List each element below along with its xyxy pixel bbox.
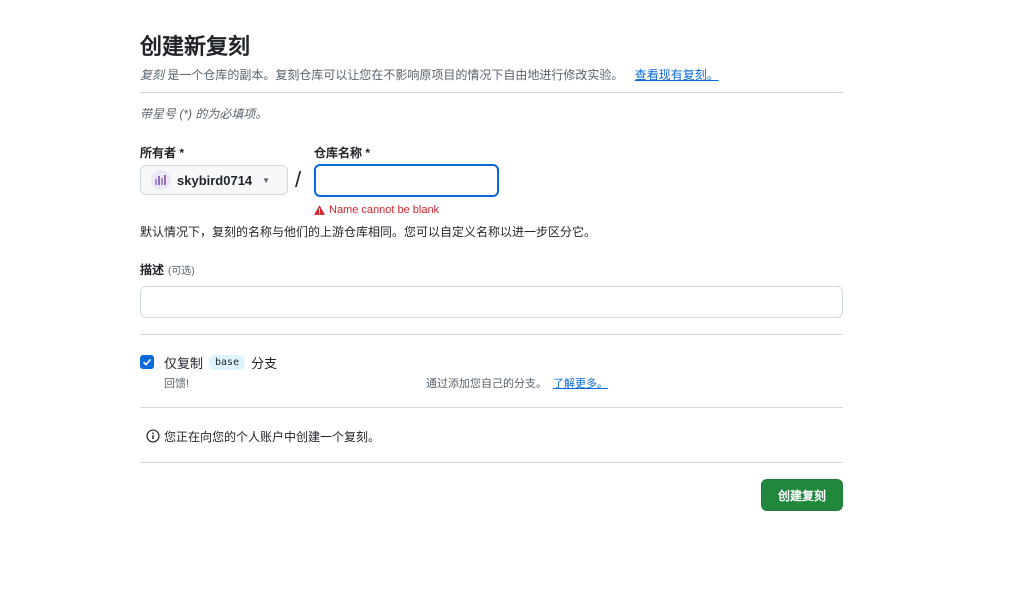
divider (140, 462, 843, 463)
alert-icon (314, 205, 325, 215)
description-input[interactable] (140, 286, 843, 318)
error-text: Name cannot be blank (329, 204, 440, 216)
branch-help: 回馈! 通过添加您自己的分支。 了解更多。 (140, 375, 843, 393)
default-name-note: 默认情况下，复刻的名称与他们的上游仓库相同。您可以自定义名称以进一步区分它。 (140, 225, 597, 239)
divider (140, 334, 843, 335)
repo-name-error: Name cannot be blank (314, 202, 843, 218)
page-title: 创建新复刻 (140, 34, 251, 59)
repo-name-label: 仓库名称 * (314, 146, 371, 160)
branch-name-badge: base (209, 354, 246, 370)
owner-label: 所有者 * (140, 146, 185, 160)
info-message: 您正在向您的个人账户中创建一个复刻。 (146, 426, 843, 446)
subtitle-emphasis: 复刻 (140, 68, 165, 82)
view-existing-forks-link[interactable]: 查看现有复刻。 (635, 68, 719, 82)
optional-tag: (可选) (168, 266, 195, 277)
avatar-icon (155, 175, 166, 185)
page: 创建新复刻 复刻 是一个仓库的副本。复刻仓库可以让您在不影响原项目的情况下自由地… (0, 0, 1024, 597)
copy-branch-option: 仅复制 base 分支 (140, 351, 843, 373)
checkmark-icon (142, 358, 152, 366)
info-text: 您正在向您的个人账户中创建一个复刻。 (164, 429, 381, 444)
fork-form: 创建新复刻 复刻 是一个仓库的副本。复刻仓库可以让您在不影响原项目的情况下自由地… (140, 32, 843, 511)
subtitle-text: 是一个仓库的副本。复刻仓库可以让您在不影响原项目的情况下自由地进行修改实验。 (167, 68, 624, 82)
learn-more-link[interactable]: 了解更多。 (553, 378, 608, 390)
branch-prefix-text: 仅复制 (164, 355, 204, 371)
page-subtitle: 复刻 是一个仓库的副本。复刻仓库可以让您在不影响原项目的情况下自由地进行修改实验… (140, 66, 843, 84)
separator-slash: / (295, 167, 302, 192)
branch-suffix-text: 分支 (251, 355, 278, 371)
owner-repo-labels: 所有者 * 仓库名称 * (140, 143, 843, 163)
owner-repo-row: skybird0714 ▼ / (140, 164, 843, 197)
required-fields-note: 带星号 (*) 的为必填项。 (140, 107, 268, 121)
chevron-down-icon: ▼ (262, 175, 271, 185)
divider (140, 92, 843, 93)
create-fork-button[interactable]: 创建复刻 (761, 479, 843, 511)
branch-help-text: 通过添加您自己的分支。 (426, 378, 547, 390)
description-label: 描述 (可选) (140, 260, 843, 282)
owner-select[interactable]: skybird0714 ▼ (140, 165, 288, 195)
copy-default-branch-checkbox[interactable] (140, 355, 154, 369)
repo-name-input[interactable] (314, 164, 499, 197)
form-footer: 创建复刻 (140, 479, 843, 511)
info-icon (146, 429, 160, 443)
branch-help-left: 回馈! (164, 378, 190, 390)
description-label-text: 描述 (140, 263, 165, 277)
branch-help-right: 通过添加您自己的分支。 了解更多。 (426, 375, 608, 391)
divider (140, 407, 843, 408)
avatar (151, 170, 171, 190)
owner-name: skybird0714 (177, 172, 253, 188)
